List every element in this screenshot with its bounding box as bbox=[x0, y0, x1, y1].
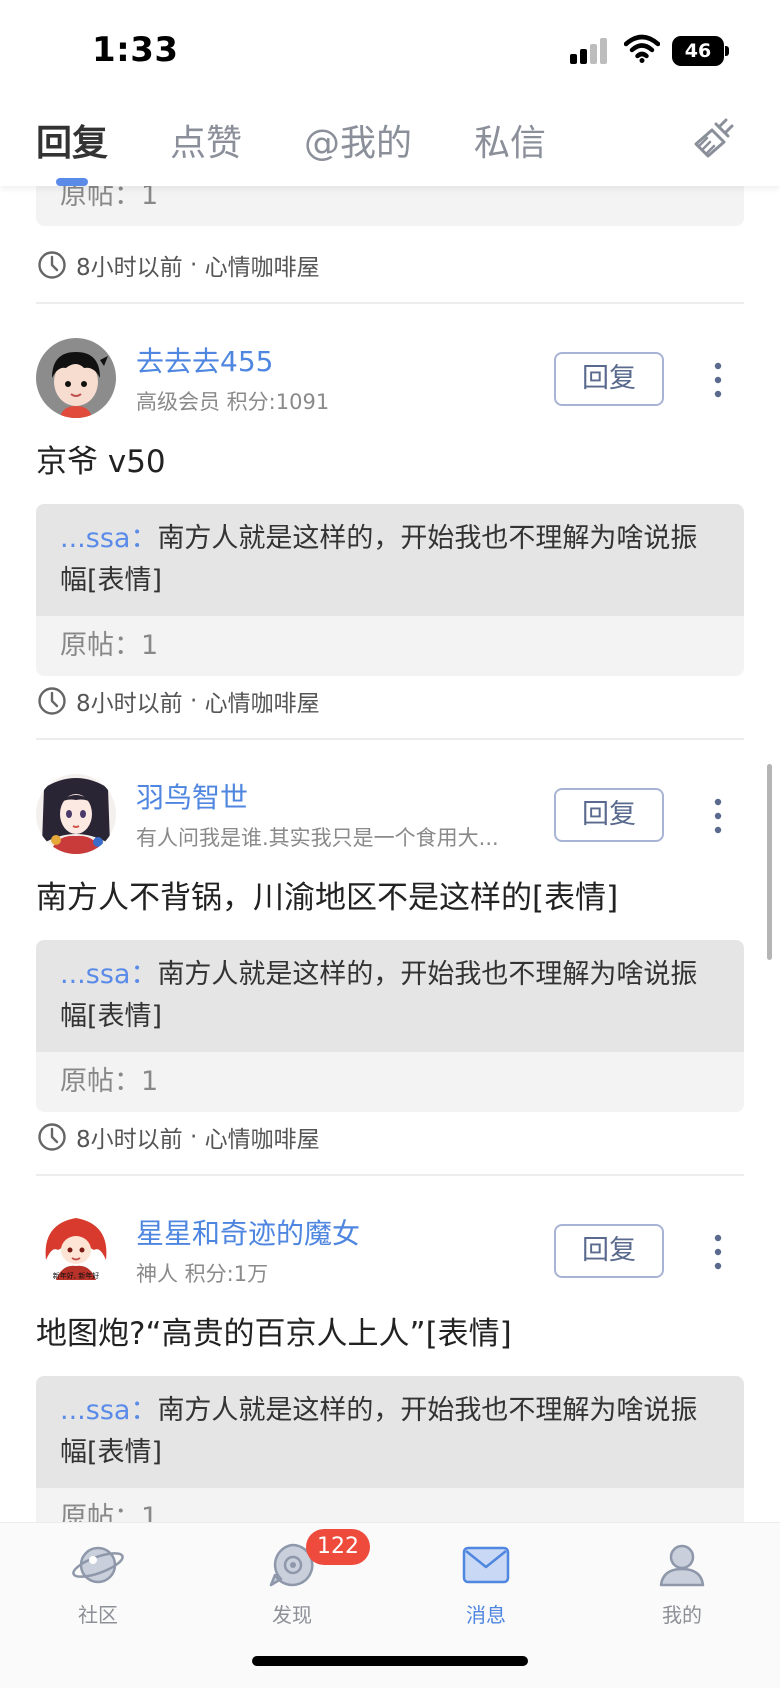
original-value: 1 bbox=[141, 186, 159, 211]
meta-separator: · bbox=[189, 252, 198, 278]
username[interactable]: 星星和奇迹的魔女 bbox=[136, 1212, 360, 1252]
user-level: 高级会员 积分:1091 bbox=[136, 390, 330, 414]
original-label: 原帖： bbox=[60, 1502, 141, 1522]
active-tab-indicator bbox=[56, 178, 88, 186]
original-post-link[interactable]: 原帖：1 bbox=[36, 616, 744, 676]
mail-icon bbox=[462, 1546, 510, 1584]
post-meta: 8小时以前 · 心情咖啡屋 bbox=[36, 1120, 320, 1154]
quoted-user[interactable]: ...ssa： bbox=[60, 959, 157, 990]
tab-replies[interactable]: 回复 bbox=[36, 114, 108, 166]
clock-icon bbox=[38, 687, 66, 715]
clock-icon bbox=[38, 1123, 66, 1151]
tab-mentions[interactable]: @我的 bbox=[304, 114, 412, 166]
nav-label: 我的 bbox=[662, 1603, 702, 1627]
time-ago: 8小时以前 bbox=[76, 1127, 183, 1153]
quote-box[interactable]: ...ssa：南方人就是这样的，开始我也不理解为啥说振幅[表情] 原帖：1 bbox=[36, 504, 744, 676]
more-options-icon[interactable] bbox=[708, 1232, 728, 1272]
reply-text: 南方人不背锅，川渝地区不是这样的[表情] bbox=[36, 880, 619, 916]
reply-button[interactable]: 回复 bbox=[554, 788, 664, 842]
clock-icon bbox=[38, 251, 66, 279]
nav-label: 发现 bbox=[272, 1603, 312, 1627]
user-level: 神人 积分:1万 bbox=[136, 1262, 269, 1286]
original-post-link[interactable]: 原帖：1 bbox=[36, 186, 744, 226]
quoted-comment[interactable]: ...ssa：南方人就是这样的，开始我也不理解为啥说振幅[表情] bbox=[36, 504, 744, 616]
divider bbox=[36, 302, 744, 304]
battery-level: 46 bbox=[672, 36, 724, 66]
reply-feed[interactable]: 原帖：1 8小时以前 · 心情咖啡屋 去去去455 高级会员 积分:1091 回… bbox=[0, 186, 780, 1522]
quote-box[interactable]: 原帖：1 bbox=[36, 186, 744, 226]
tab-private-messages[interactable]: 私信 bbox=[474, 114, 546, 166]
battery-indicator: 46 bbox=[672, 36, 729, 66]
scrollbar[interactable] bbox=[767, 764, 772, 960]
profile-icon bbox=[659, 1544, 705, 1587]
username[interactable]: 去去去455 bbox=[136, 340, 273, 380]
wifi-icon bbox=[624, 34, 660, 63]
nav-profile[interactable]: 我的 bbox=[622, 1541, 742, 1628]
avatar[interactable] bbox=[36, 774, 116, 854]
tab-likes[interactable]: 点赞 bbox=[170, 114, 242, 166]
quote-box[interactable]: ...ssa：南方人就是这样的，开始我也不理解为啥说振幅[表情] 原帖：1 bbox=[36, 1376, 744, 1522]
status-time: 1:33 bbox=[92, 30, 179, 70]
avatar[interactable]: 新年好, 新年好 bbox=[36, 1210, 116, 1290]
reply-text: 京爷 v50 bbox=[36, 444, 166, 480]
status-bar: 1:33 46 bbox=[0, 0, 780, 100]
post-meta: 8小时以前 · 心情咖啡屋 bbox=[36, 248, 320, 282]
original-value: 1 bbox=[141, 1502, 159, 1522]
divider bbox=[36, 738, 744, 740]
original-label: 原帖： bbox=[60, 1066, 141, 1097]
forum-name[interactable]: 心情咖啡屋 bbox=[205, 1120, 320, 1154]
time-ago: 8小时以前 bbox=[76, 255, 183, 281]
broom-icon[interactable] bbox=[690, 118, 734, 162]
original-label: 原帖： bbox=[60, 186, 141, 211]
home-indicator[interactable] bbox=[252, 1656, 528, 1666]
quoted-user[interactable]: ...ssa： bbox=[60, 523, 157, 554]
forum-name[interactable]: 心情咖啡屋 bbox=[205, 684, 320, 718]
nav-label: 消息 bbox=[466, 1603, 506, 1627]
divider bbox=[36, 1174, 744, 1176]
nav-label: 社区 bbox=[78, 1603, 118, 1627]
original-label: 原帖： bbox=[60, 630, 141, 661]
more-options-icon[interactable] bbox=[708, 796, 728, 836]
nav-community[interactable]: 社区 bbox=[38, 1541, 158, 1628]
original-value: 1 bbox=[141, 630, 159, 661]
message-tabs: 回复 点赞 @我的 私信 bbox=[0, 100, 780, 186]
notification-badge: 122 bbox=[306, 1529, 370, 1565]
quote-box[interactable]: ...ssa：南方人就是这样的，开始我也不理解为啥说振幅[表情] 原帖：1 bbox=[36, 940, 744, 1112]
reply-button[interactable]: 回复 bbox=[554, 1224, 664, 1278]
reply-text: 地图炮?“高贵的百京人上人”[表情] bbox=[36, 1316, 512, 1352]
original-value: 1 bbox=[141, 1066, 159, 1097]
time-ago: 8小时以前 bbox=[76, 691, 183, 717]
forum-name[interactable]: 心情咖啡屋 bbox=[205, 248, 320, 282]
reply-button[interactable]: 回复 bbox=[554, 352, 664, 406]
quoted-user[interactable]: ...ssa： bbox=[60, 1395, 157, 1426]
planet-icon bbox=[72, 1546, 124, 1584]
more-options-icon[interactable] bbox=[708, 360, 728, 400]
avatar[interactable] bbox=[36, 338, 116, 418]
signal-icon bbox=[570, 38, 610, 64]
nav-messages[interactable]: 消息 bbox=[426, 1541, 546, 1628]
meta-separator: · bbox=[189, 688, 198, 714]
avatar-caption: 新年好, 新年好 bbox=[53, 1271, 99, 1280]
username[interactable]: 羽鸟智世 bbox=[136, 776, 248, 816]
quoted-comment[interactable]: ...ssa：南方人就是这样的，开始我也不理解为啥说振幅[表情] bbox=[36, 1376, 744, 1488]
meta-separator: · bbox=[189, 1124, 198, 1150]
user-signature: 有人问我是谁.其实我只是一个食用大... bbox=[136, 826, 499, 850]
post-meta: 8小时以前 · 心情咖啡屋 bbox=[36, 684, 320, 718]
original-post-link[interactable]: 原帖：1 bbox=[36, 1488, 744, 1522]
quoted-comment[interactable]: ...ssa：南方人就是这样的，开始我也不理解为啥说振幅[表情] bbox=[36, 940, 744, 1052]
original-post-link[interactable]: 原帖：1 bbox=[36, 1052, 744, 1112]
